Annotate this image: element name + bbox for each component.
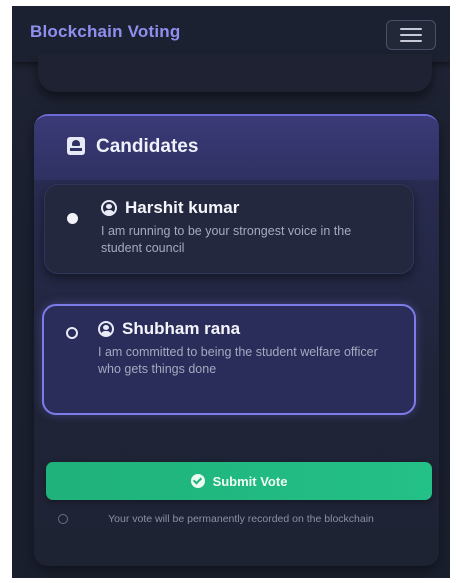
candidate-name: Shubham rana (122, 319, 241, 338)
app-screen: Blockchain Voting Candidates Harshit kum… (12, 6, 450, 578)
candidate-option-shubham-rana[interactable]: Shubham rana I am committed to being the… (42, 304, 416, 415)
candidates-panel-header: Candidates (34, 116, 439, 180)
previous-card-bottom (38, 54, 432, 92)
candidates-title: Candidates (96, 136, 199, 157)
candidate-description: I am committed to being the student welf… (98, 345, 378, 376)
check-circle-icon (190, 474, 205, 488)
menu-toggle-button[interactable] (386, 20, 436, 50)
hamburger-menu-icon-line (400, 40, 422, 42)
blockchain-note: Your vote will be permanently recorded o… (108, 513, 374, 525)
id-card-icon (67, 137, 85, 155)
radio-circle-icon[interactable] (66, 327, 78, 339)
radio-dot-icon[interactable] (67, 213, 78, 224)
submit-vote-label: Submit Vote (212, 473, 288, 489)
submit-vote-button[interactable]: Submit Vote (46, 462, 432, 500)
hamburger-menu-icon-line (400, 34, 422, 36)
brand-title[interactable]: Blockchain Voting (30, 22, 180, 42)
hamburger-menu-icon (400, 28, 422, 30)
user-circle-icon (101, 200, 117, 216)
candidate-option-harshit-kumar[interactable]: Harshit kumar I am running to be your st… (44, 184, 414, 274)
candidate-description: I am running to be your strongest voice … (101, 224, 352, 255)
user-circle-icon (98, 321, 114, 337)
candidate-name: Harshit kumar (125, 198, 240, 217)
